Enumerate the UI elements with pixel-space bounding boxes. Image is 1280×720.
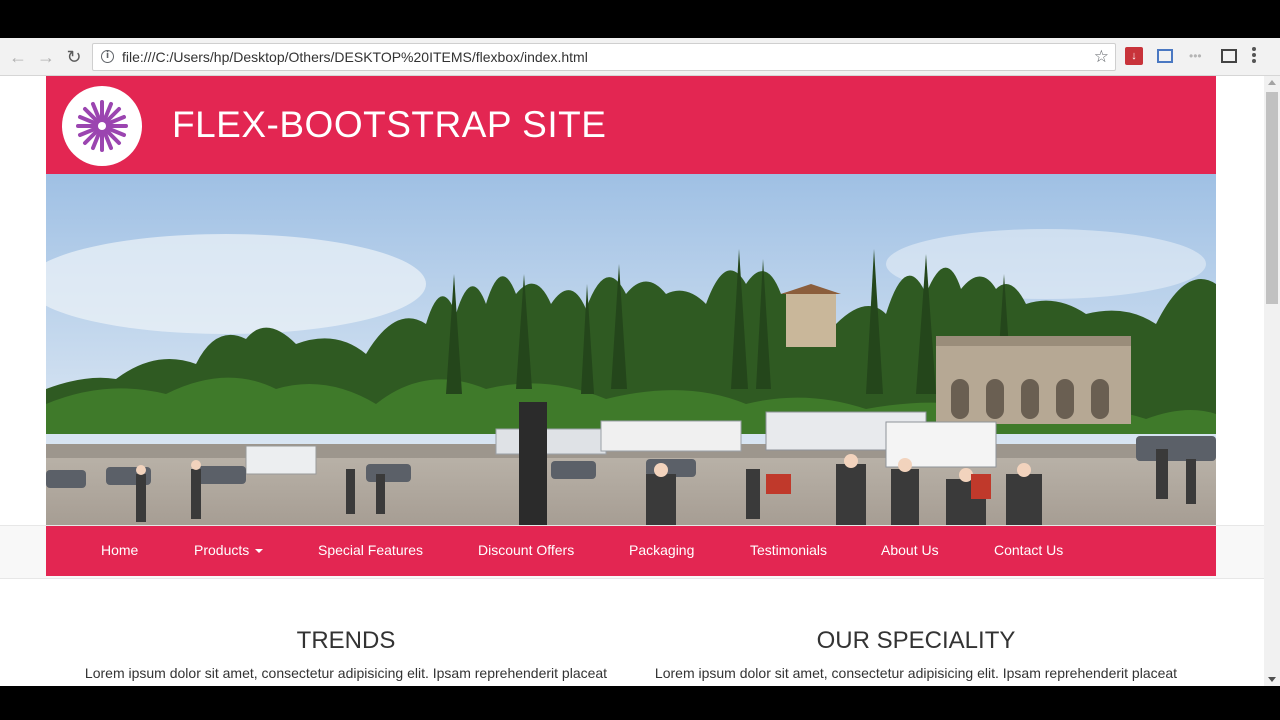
forward-icon[interactable]: → [36,47,56,67]
main-navbar: Home Products Special Features Discount … [46,526,1216,576]
vertical-scrollbar[interactable] [1264,76,1280,686]
nav-special-features[interactable]: Special Features [318,542,423,558]
back-icon[interactable]: ← [8,47,28,67]
screen-top-bar [0,0,1280,38]
frame-icon[interactable] [1221,49,1237,63]
caret-down-icon [255,549,264,554]
nav-contact-us[interactable]: Contact Us [994,542,1063,558]
screen-bottom-bar [0,686,1280,720]
bookmark-star-icon[interactable]: ☆ [1094,47,1109,67]
logo[interactable] [62,86,142,166]
scroll-thumb[interactable] [1266,92,1278,304]
nav-products[interactable]: Products [194,542,264,558]
reload-icon[interactable]: ↻ [64,47,84,67]
nav-about-us[interactable]: About Us [881,542,939,558]
trends-text: Lorem ipsum dolor sit amet, consectetur … [84,665,608,681]
page-viewport: FLEX-BOOTSTRAP SITE Home Products Specia… [0,76,1264,686]
nav-products-label: Products [194,542,250,558]
speciality-heading: OUR SPECIALITY [816,627,1016,654]
site-header: FLEX-BOOTSTRAP SITE [46,76,1216,174]
trends-heading: TRENDS [296,627,396,654]
url-text[interactable]: file:///C:/Users/hp/Desktop/Others/DESKT… [122,49,588,65]
info-icon[interactable]: i [101,50,114,63]
speciality-text: Lorem ipsum dolor sit amet, consectetur … [654,665,1178,681]
scroll-up-icon[interactable] [1268,80,1276,85]
more-extensions-icon[interactable]: ••• [1189,47,1207,65]
site-title: FLEX-BOOTSTRAP SITE [172,104,607,145]
hero-image [46,174,1216,526]
flower-logo-icon [76,100,128,152]
nav-packaging[interactable]: Packaging [629,542,694,558]
scroll-down-icon[interactable] [1268,677,1276,682]
nav-discount-offers[interactable]: Discount Offers [478,542,574,558]
nav-home[interactable]: Home [101,542,138,558]
nav-testimonials[interactable]: Testimonials [750,542,827,558]
menu-icon[interactable] [1252,47,1256,65]
screenshot-extension-icon[interactable] [1157,49,1173,63]
browser-toolbar: ← → ↻ i file:///C:/Users/hp/Desktop/Othe… [0,38,1280,76]
address-bar[interactable]: i file:///C:/Users/hp/Desktop/Others/DES… [92,43,1116,71]
pdf-extension-icon[interactable]: ↓ [1125,47,1143,65]
